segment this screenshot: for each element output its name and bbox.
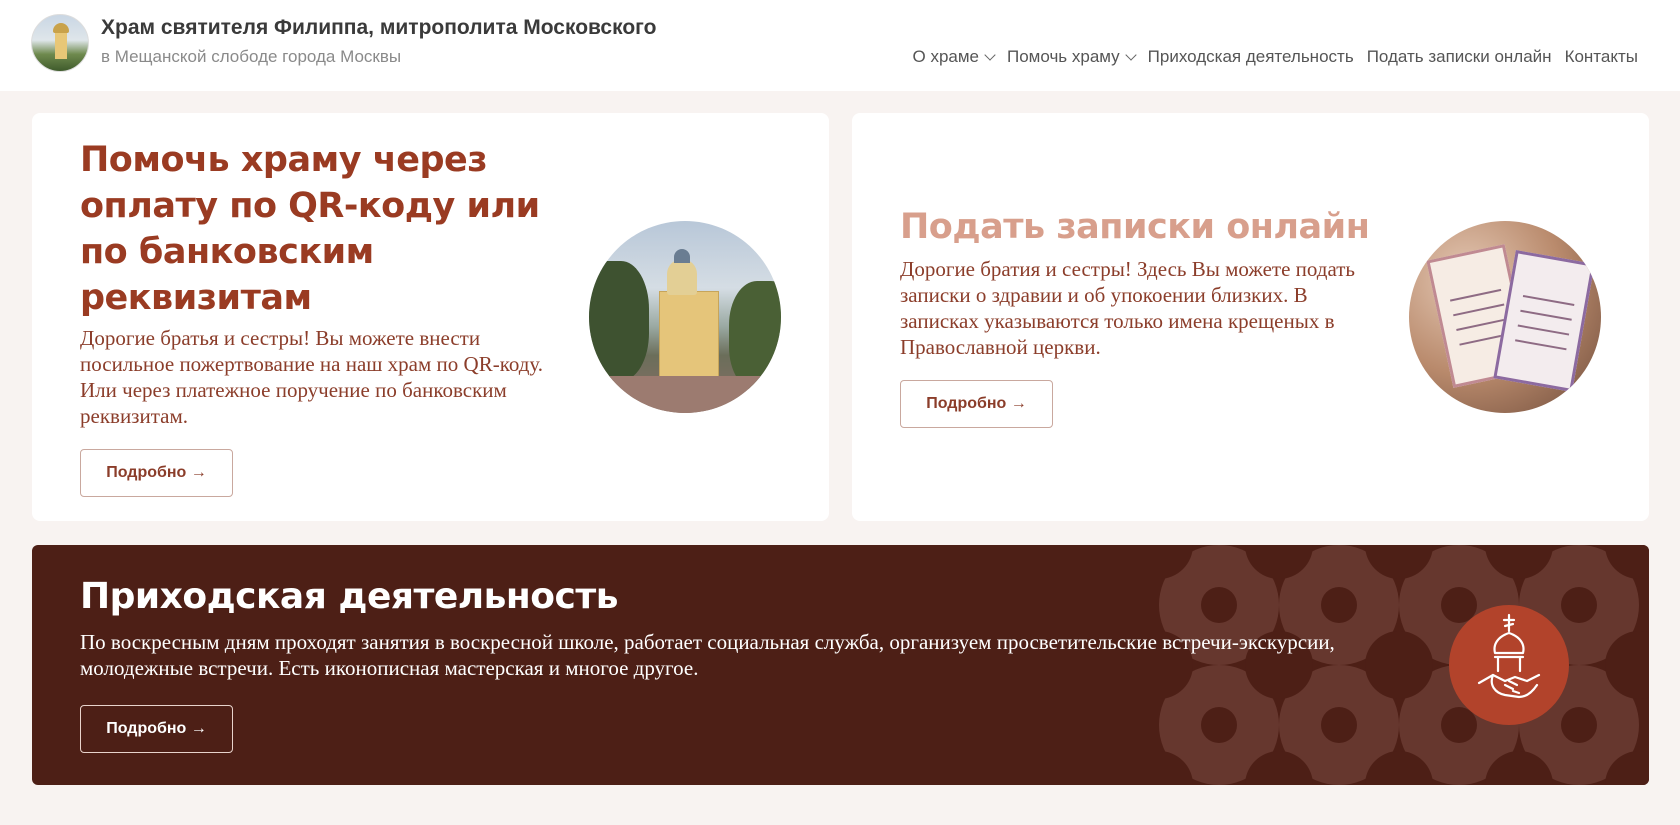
banner-text: По воскресным дням проходят занятия в во… [80,630,1335,680]
donate-card: Помочь храму через оплату по QR-коду или… [32,113,829,521]
site-title[interactable]: Храм святителя Филиппа, митрополита Моск… [101,16,656,40]
site-header: Храм святителя Филиппа, митрополита Моск… [0,0,1680,91]
notes-card-title: Подать записки онлайн [900,207,1370,247]
church-handshake-icon [1449,605,1569,725]
main-nav: О храме Помочь храму Приходская деятельн… [913,47,1639,67]
nav-item-help[interactable]: Помочь храму [1007,47,1137,67]
notes-card: Подать записки онлайн Дорогие братия и с… [852,113,1649,521]
parish-more-button[interactable]: Подробно → [80,705,233,753]
church-logo-icon[interactable] [31,14,89,72]
chevron-down-icon [984,48,996,61]
nav-item-notes[interactable]: Подать записки онлайн [1367,47,1552,67]
nav-item-parish[interactable]: Приходская деятельность [1148,47,1354,67]
donate-card-title: Помочь храму через оплату по QR-коду или… [80,140,540,318]
notes-more-button[interactable]: Подробно → [900,380,1053,428]
notes-card-text: Дорогие братия и сестры! Здесь Вы можете… [900,257,1356,359]
nav-item-contacts[interactable]: Контакты [1565,47,1638,67]
church-photo [589,221,781,413]
nav-item-about[interactable]: О храме [913,47,996,67]
notes-photo [1409,221,1601,413]
parish-activity-banner: Приходская деятельность По воскресным дн… [32,545,1649,785]
donate-more-button[interactable]: Подробно → [80,449,233,497]
banner-title: Приходская деятельность [80,576,618,617]
donate-card-text: Дорогие братья и сестры! Вы можете внест… [80,326,544,428]
site-subtitle: в Мещанской слободе города Москвы [101,47,402,66]
chevron-down-icon [1125,48,1137,61]
